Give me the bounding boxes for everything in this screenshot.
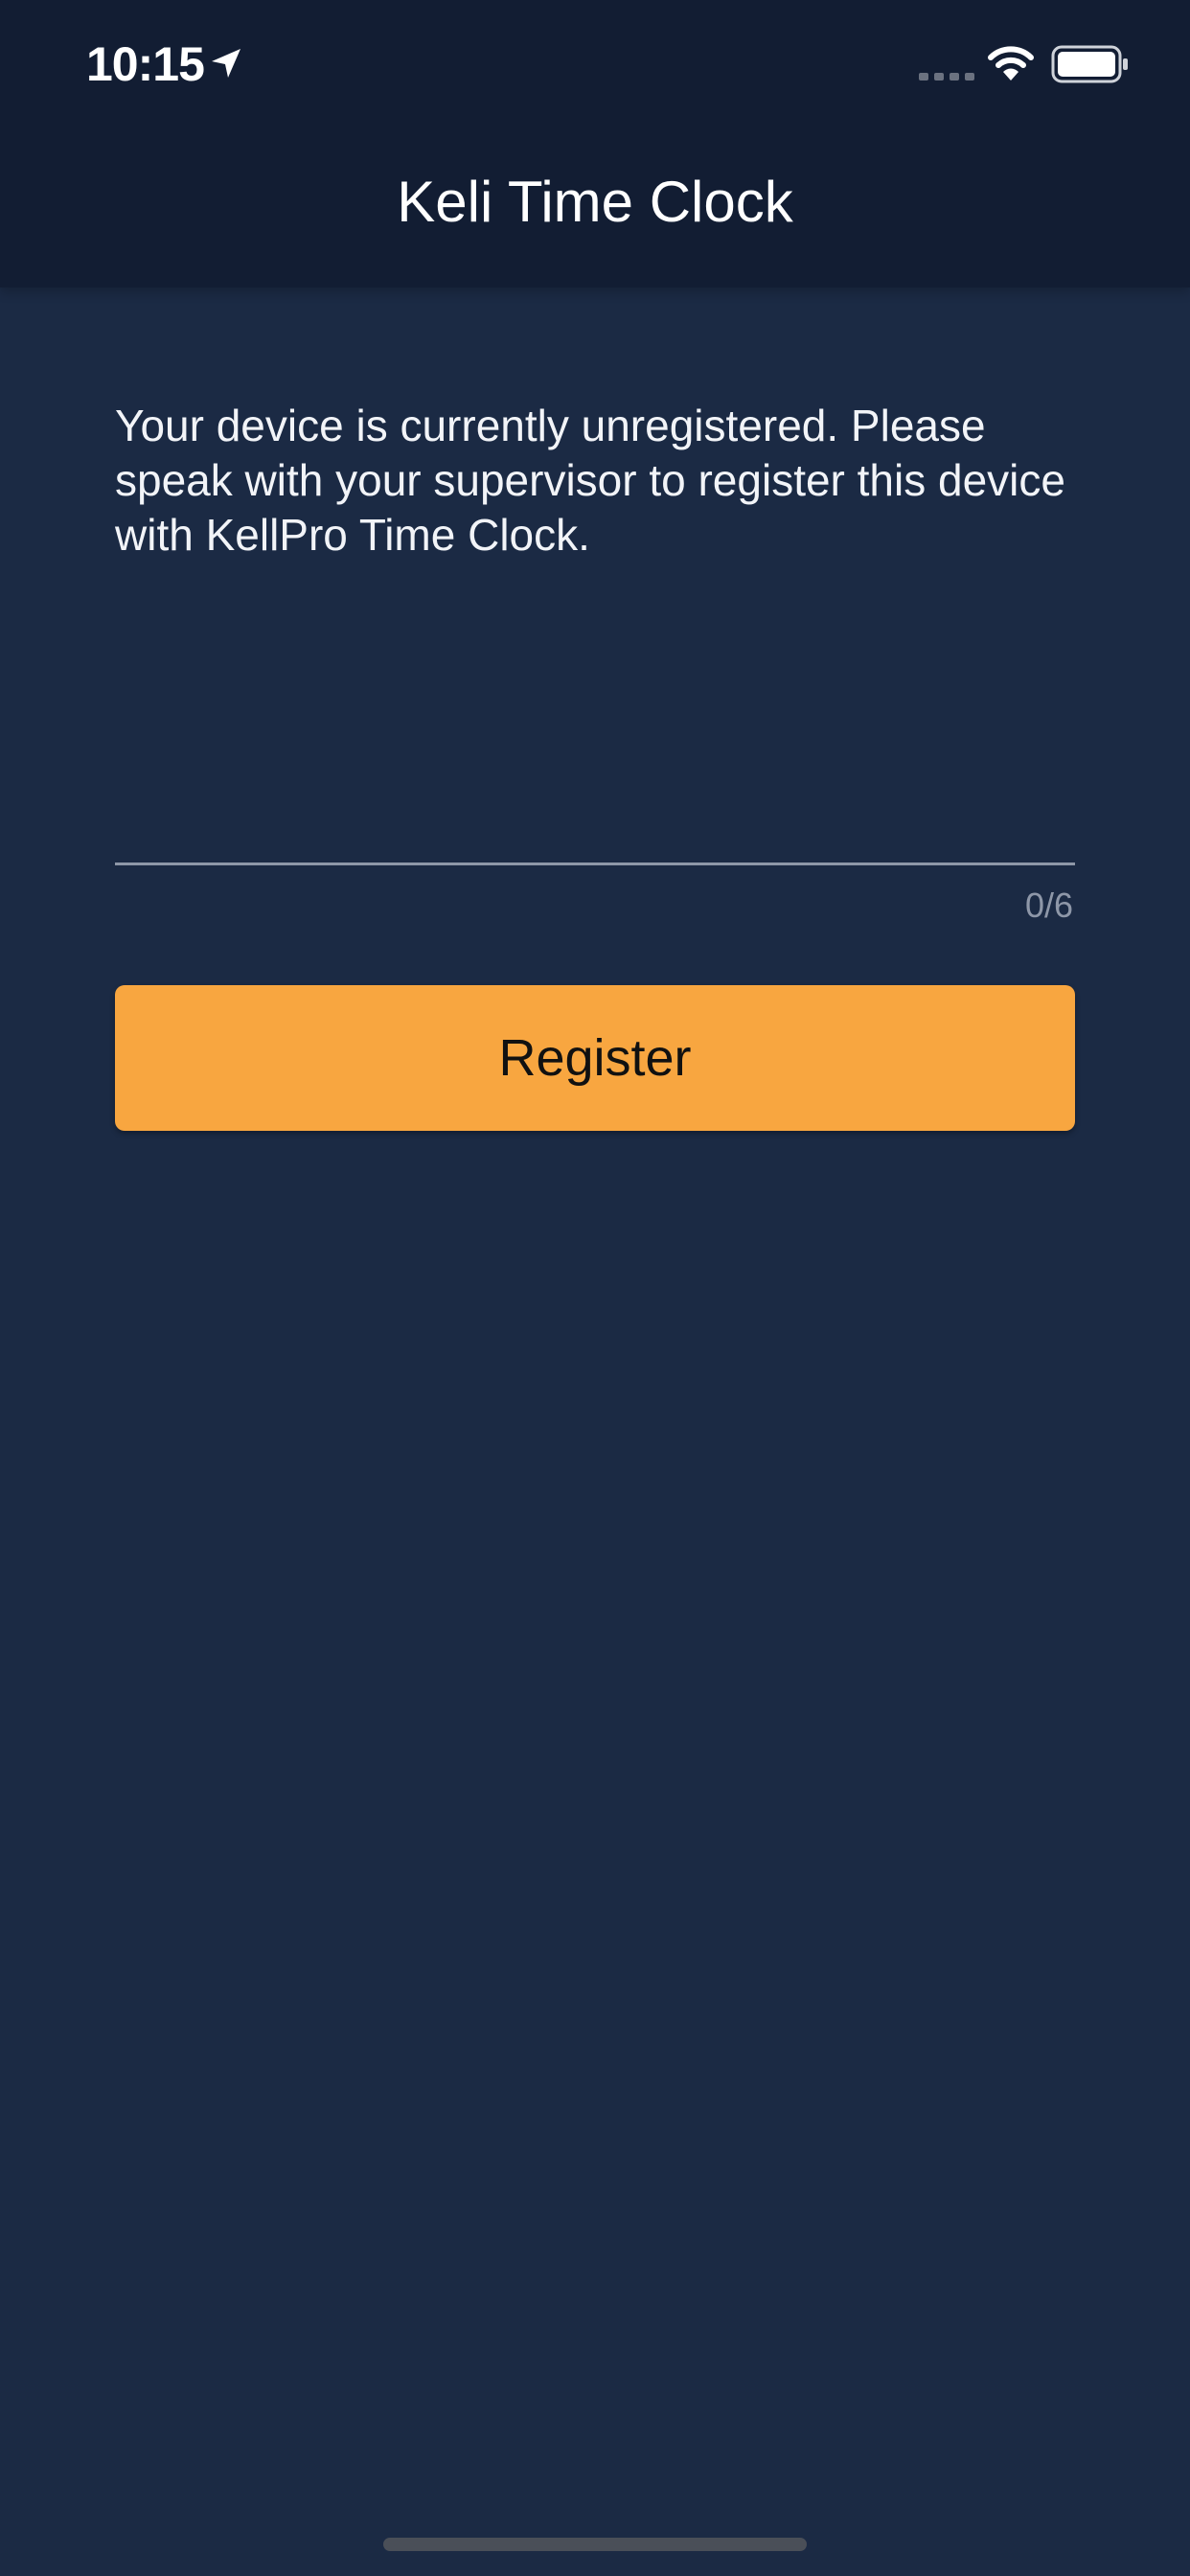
signal-icon: [919, 73, 974, 80]
location-arrow-icon: [212, 49, 240, 78]
status-bar: 10:15: [0, 0, 1190, 128]
top-bar: 10:15 Keli Time Clock: [0, 0, 1190, 288]
battery-icon: [1051, 45, 1128, 83]
character-counter: 0/6: [1024, 886, 1073, 925]
status-time: 10:15: [86, 37, 205, 91]
home-indicator: [383, 2538, 807, 2551]
register-button[interactable]: Register: [115, 985, 1075, 1131]
unregistered-message: Your device is currently unregistered. P…: [115, 401, 1065, 560]
page-title: Keli Time Clock: [397, 170, 793, 234]
registration-code-input[interactable]: [115, 786, 1075, 865]
wifi-icon: [988, 46, 1034, 80]
